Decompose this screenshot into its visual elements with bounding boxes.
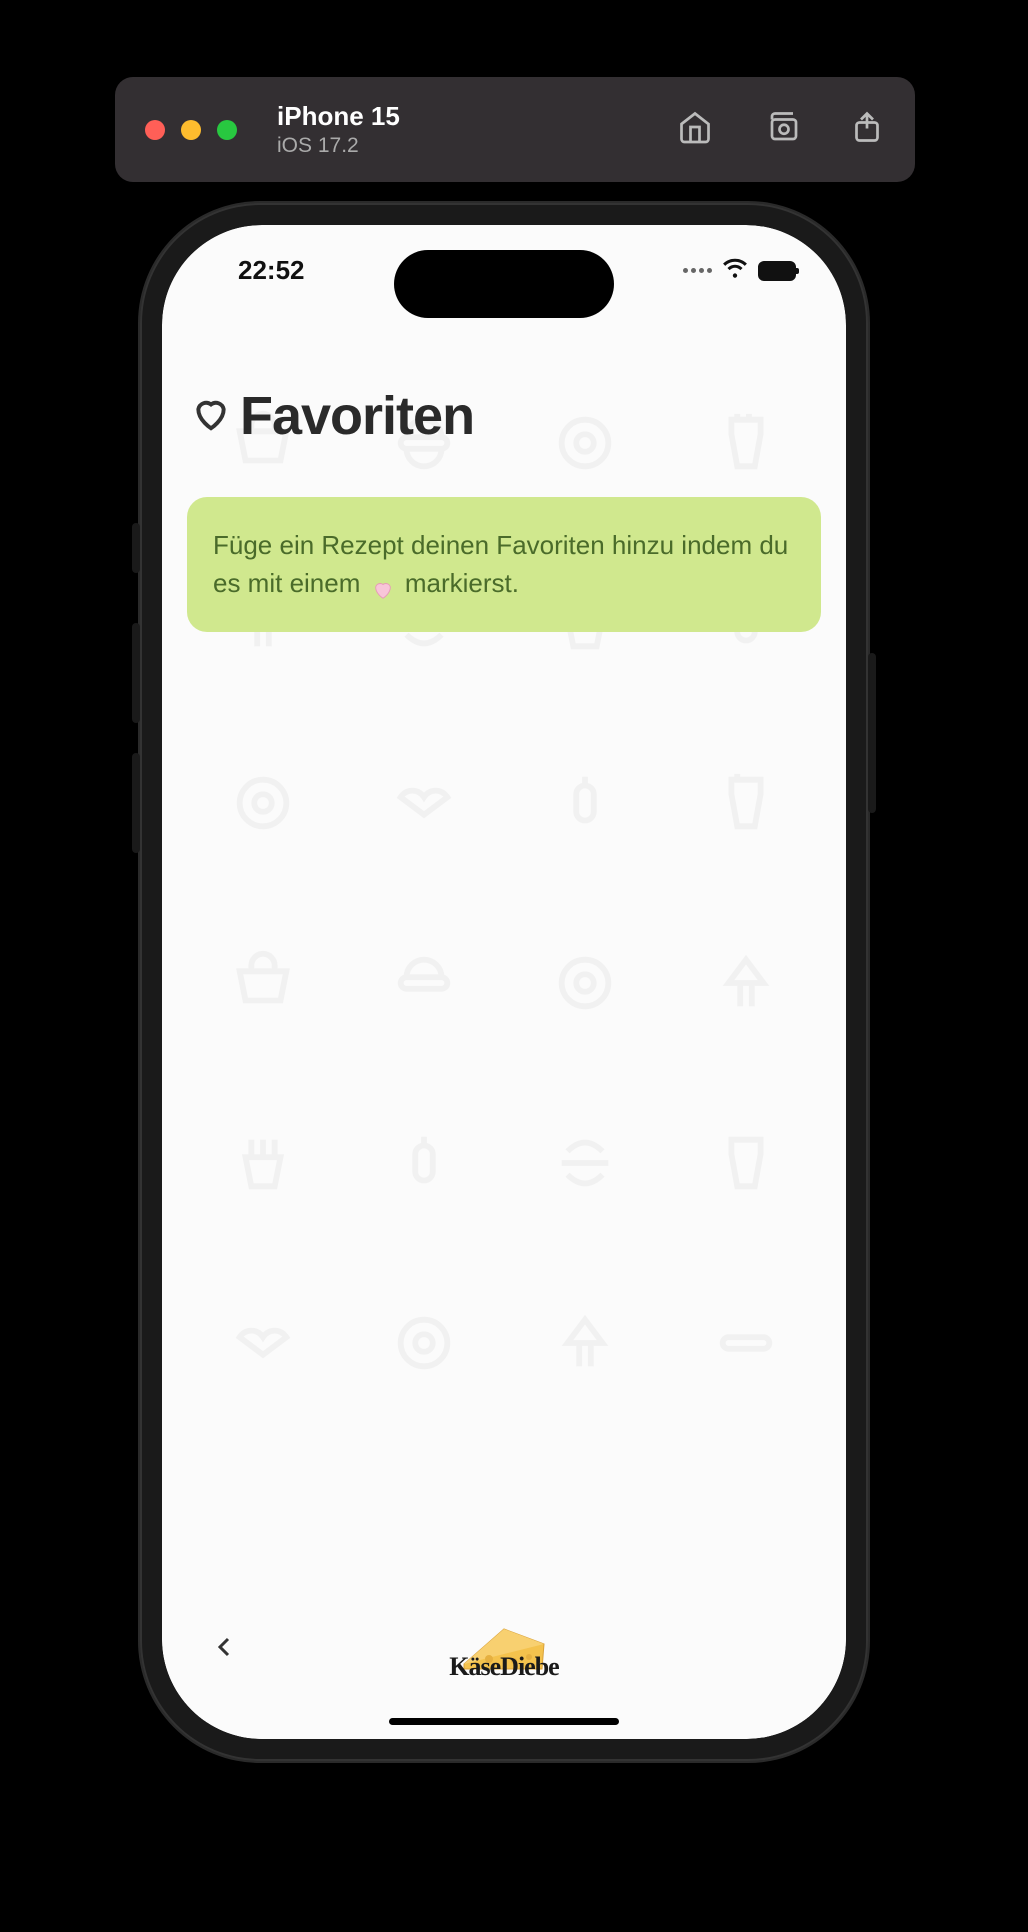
screen: 22:52 xyxy=(162,225,846,1739)
cellular-icon xyxy=(683,268,712,273)
battery-icon xyxy=(758,261,796,281)
simulator-title: iPhone 15 iOS 17.2 xyxy=(277,101,400,158)
volume-down-button[interactable] xyxy=(132,753,140,853)
heart-icon xyxy=(192,395,230,438)
inline-heart-icon xyxy=(372,574,394,596)
home-icon[interactable] xyxy=(677,109,713,150)
wifi-icon xyxy=(722,258,748,283)
device-name: iPhone 15 xyxy=(277,101,400,132)
home-indicator[interactable] xyxy=(389,1718,619,1725)
info-text-after: markierst. xyxy=(398,568,519,598)
page-header: Favoriten xyxy=(162,335,846,467)
share-icon[interactable] xyxy=(849,109,885,150)
status-time: 22:52 xyxy=(238,255,305,286)
info-text: Füge ein Rezept deinen Favoriten hinzu i… xyxy=(213,527,795,602)
info-card: Füge ein Rezept deinen Favoriten hinzu i… xyxy=(187,497,821,632)
iphone-frame: 22:52 xyxy=(140,203,868,1761)
simulator-toolbar: iPhone 15 iOS 17.2 xyxy=(115,77,915,182)
os-version: iOS 17.2 xyxy=(277,134,400,158)
logo-text: KäseDiebe xyxy=(449,1652,558,1682)
mute-switch[interactable] xyxy=(132,523,140,573)
close-window-button[interactable] xyxy=(145,120,165,140)
dynamic-island xyxy=(394,250,614,318)
bottom-bar: KäseDiebe xyxy=(162,1589,846,1709)
page-content: Favoriten Füge ein Rezept deinen Favorit… xyxy=(162,335,846,1739)
volume-up-button[interactable] xyxy=(132,623,140,723)
minimize-window-button[interactable] xyxy=(181,120,201,140)
back-button[interactable] xyxy=(212,1630,236,1669)
traffic-lights xyxy=(145,120,237,140)
screenshot-icon[interactable] xyxy=(763,109,799,150)
app-logo[interactable]: KäseDiebe xyxy=(444,1619,564,1679)
page-title: Favoriten xyxy=(240,385,474,447)
maximize-window-button[interactable] xyxy=(217,120,237,140)
power-button[interactable] xyxy=(868,653,876,813)
